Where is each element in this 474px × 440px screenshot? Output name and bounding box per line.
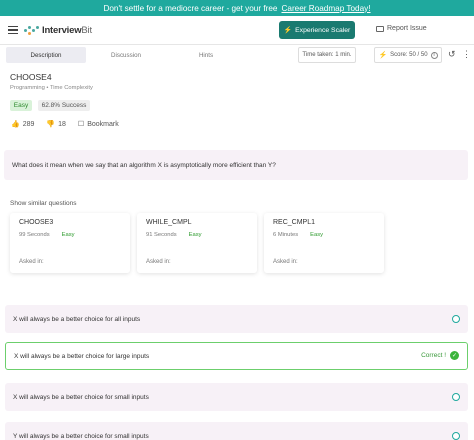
promo-banner: Don't settle for a mediocre career - get… <box>0 0 474 16</box>
upvote-button[interactable]: 👍 289 <box>11 120 34 129</box>
logo[interactable]: InterviewBit <box>24 25 92 36</box>
more-icon[interactable]: ⋮ <box>462 49 471 60</box>
answer-option[interactable]: X will always be a better choice for all… <box>5 305 468 333</box>
similar-question-difficulty: Easy <box>61 232 75 238</box>
bolt-icon: ⚡ <box>283 27 293 34</box>
similar-question-asked: Asked in: <box>273 259 298 265</box>
similar-question-difficulty: Easy <box>310 232 324 238</box>
similar-question-card[interactable]: CHOOSE3 99 Seconds Easy Asked in: <box>10 213 130 273</box>
answer-option-text: X will always be a better choice for all… <box>13 315 141 323</box>
thumbs-up-icon: 👍 <box>11 121 20 128</box>
tab-description[interactable]: Description <box>6 47 86 63</box>
top-header: InterviewBit ⚡ Experience Scaler Report … <box>0 16 474 44</box>
check-circle-icon: ✓ <box>450 351 459 360</box>
similar-question-time: 91 Seconds <box>146 232 177 238</box>
experience-scaler-button[interactable]: ⚡ Experience Scaler <box>279 21 355 39</box>
similar-question-asked: Asked in: <box>146 259 171 265</box>
similar-question-name: WHILE_CMPL <box>146 219 192 226</box>
similar-question-card[interactable]: REC_CMPL1 6 Minutes Easy Asked in: <box>264 213 384 273</box>
answer-option[interactable]: X will always be a better choice for sma… <box>5 383 468 411</box>
answer-option-text: Y will always be a better choice for sma… <box>13 432 149 440</box>
thumbs-down-icon: 👎 <box>46 121 56 128</box>
problem-tabs: Description Discussion Hints <box>6 47 246 63</box>
info-icon[interactable]: i <box>430 51 438 59</box>
lightning-icon: ⚡ <box>378 52 388 59</box>
difficulty-badge: Easy <box>10 100 32 111</box>
similar-question-name: REC_CMPL1 <box>273 219 316 226</box>
answer-option-text: X will always be a better choice for sma… <box>13 393 149 401</box>
score-display: ⚡ Score: 50 / 50 i <box>374 47 442 63</box>
timer-display: Time taken: 1 min. <box>298 47 356 63</box>
radio-button[interactable] <box>452 393 460 401</box>
banner-text: Don't settle for a mediocre career - get… <box>103 3 278 13</box>
success-rate-badge: 62.8% Success <box>38 100 90 111</box>
career-roadmap-link[interactable]: Career Roadmap Today! <box>281 4 370 13</box>
similar-question-card[interactable]: WHILE_CMPL 91 Seconds Easy Asked in: <box>137 213 257 273</box>
bookmark-icon: ☐ <box>77 121 85 128</box>
similar-question-name: CHOOSE3 <box>19 219 54 226</box>
question-box: What does it mean when we say that an al… <box>4 150 468 180</box>
problem-actions: 👍 289 👎 18 ☐ Bookmark <box>11 120 119 129</box>
problem-tags: Programming • Time Complexity <box>10 85 93 91</box>
answer-option-text: X will always be a better choice for lar… <box>14 352 150 360</box>
similar-questions-toggle[interactable]: Show similar questions <box>10 200 76 207</box>
downvote-button[interactable]: 👎 18 <box>46 120 66 129</box>
answer-option-correct[interactable]: X will always be a better choice for lar… <box>5 342 468 370</box>
similar-question-difficulty: Easy <box>188 232 202 238</box>
similar-question-time: 6 Minutes <box>273 232 299 238</box>
tab-hints[interactable]: Hints <box>166 47 246 63</box>
similar-question-time: 99 Seconds <box>19 232 50 238</box>
similar-question-asked: Asked in: <box>19 259 44 265</box>
header-divider <box>0 44 474 45</box>
report-issue-button[interactable]: Report Issue <box>376 25 427 32</box>
radio-button[interactable] <box>452 432 460 440</box>
question-text: What does it mean when we say that an al… <box>12 161 276 169</box>
correct-label: Correct ! <box>421 352 446 359</box>
logo-mark-icon <box>24 25 40 35</box>
report-icon <box>376 25 384 32</box>
answer-option[interactable]: Y will always be a better choice for sma… <box>5 422 468 440</box>
bookmark-button[interactable]: ☐ Bookmark <box>77 120 119 129</box>
menu-icon[interactable] <box>8 26 18 34</box>
radio-button[interactable] <box>452 315 460 323</box>
reset-icon[interactable]: ↺ <box>448 49 456 60</box>
tab-discussion[interactable]: Discussion <box>86 47 166 63</box>
correct-indicator: Correct ! ✓ <box>421 351 459 360</box>
logo-text: InterviewBit <box>42 24 92 36</box>
problem-title: CHOOSE4 <box>10 72 52 82</box>
